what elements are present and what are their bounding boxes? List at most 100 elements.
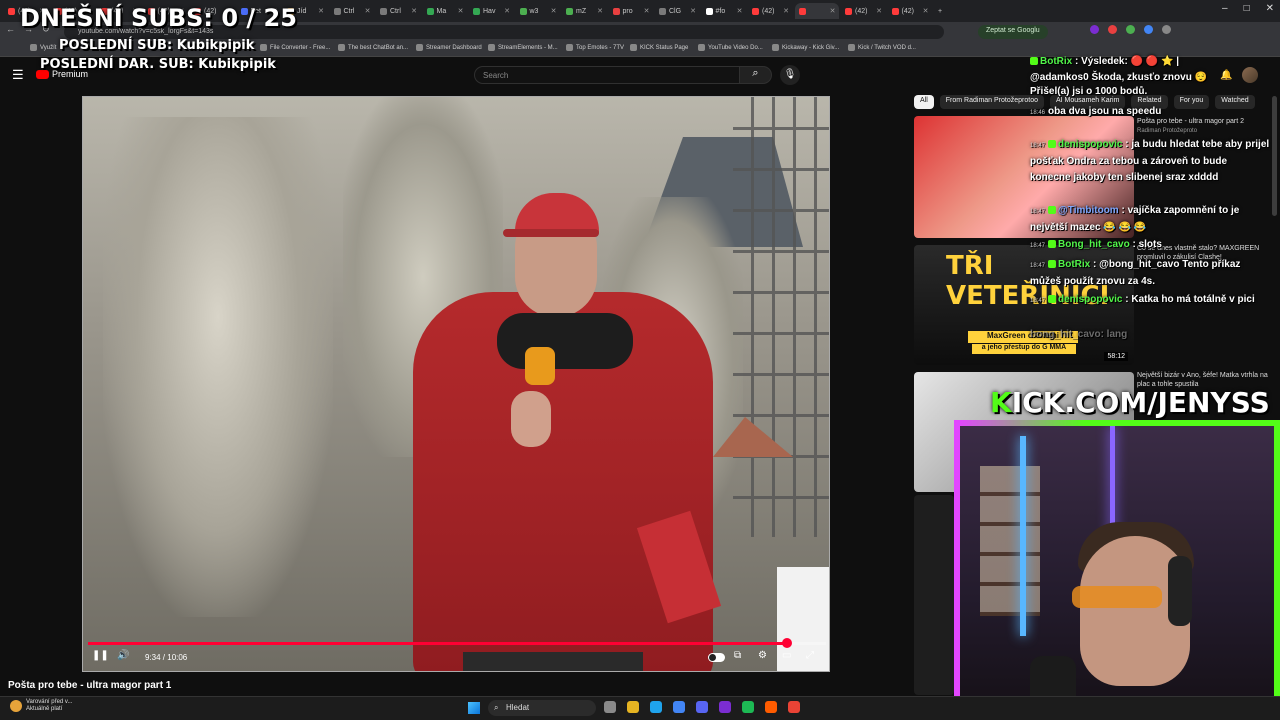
ask-google-button[interactable]: Zeptat se Googlu <box>978 25 1048 39</box>
browser-tab[interactable]: w3 ✕ <box>516 3 560 19</box>
extension-icon[interactable] <box>1162 25 1171 34</box>
browser-tab[interactable]: Ctrl ✕ <box>330 3 374 19</box>
browser-tab[interactable]: mZ ✕ <box>562 3 606 19</box>
minimize-icon[interactable]: – <box>1222 3 1228 14</box>
tab-close-icon[interactable]: ✕ <box>365 7 374 15</box>
video-thumbnail[interactable] <box>914 495 954 695</box>
chat-text: : Katka ho má totálně v pici <box>1122 294 1255 305</box>
bookmark-item[interactable]: The best ChatBot an... <box>338 44 408 51</box>
tab-close-icon[interactable]: ✕ <box>411 7 420 15</box>
tab-close-icon[interactable]: ✕ <box>458 7 467 15</box>
thumbnail-caption: a jeho přestup do G MMA <box>972 344 1076 354</box>
chat-text: @adamkos0 Škoda, zkusťo znovu 😌 <box>1030 72 1208 83</box>
taskbar-app-icon[interactable] <box>788 701 800 713</box>
browser-tab[interactable]: pro ✕ <box>609 3 653 19</box>
tab-close-icon[interactable]: ✕ <box>923 7 932 15</box>
browser-tab[interactable]: (42) ✕ <box>841 3 885 19</box>
chat-message: Přišel(a) jsi o 1000 bodů. <box>1030 84 1270 100</box>
weather-widget[interactable]: Varování před v... Aktuálně platí <box>10 699 72 713</box>
browser-tab[interactable]: #fo ✕ <box>702 3 746 19</box>
kick-logo-letter: K <box>990 386 1012 419</box>
browser-tab[interactable]: Hav ✕ <box>469 3 513 19</box>
video-player[interactable] <box>82 96 830 672</box>
bookmark-item[interactable]: Kick / Twitch VOD d... <box>848 44 916 51</box>
tab-close-icon[interactable]: ✕ <box>737 7 746 15</box>
menu-icon[interactable]: ☰ <box>12 67 24 83</box>
chat-message: 18:47 BotRix : @bong_hit_cavo Tento příka… <box>1030 257 1270 290</box>
maximize-icon[interactable]: □ <box>1244 3 1250 14</box>
voice-search-icon[interactable]: 🎙 <box>780 65 800 85</box>
streamer-webcam <box>954 420 1280 720</box>
statue-left <box>103 117 333 617</box>
taskbar-app-icon[interactable] <box>650 701 662 713</box>
extension-icon[interactable] <box>1090 25 1099 34</box>
tab-label: Hav <box>483 7 496 15</box>
browser-tab[interactable]: (42) ✕ <box>748 3 792 19</box>
tab-label: pro <box>622 7 633 15</box>
tab-label: #fo <box>715 7 726 15</box>
tab-close-icon[interactable]: ✕ <box>644 7 653 15</box>
subtitles-icon[interactable]: ⧉ <box>734 650 741 661</box>
settings-gear-icon[interactable]: ⚙ <box>758 650 767 661</box>
autoplay-toggle[interactable] <box>708 653 725 662</box>
chat-username: denispopovic <box>1058 139 1123 150</box>
bookmark-item[interactable]: KICK Status Page <box>630 44 688 51</box>
tab-close-icon[interactable]: ✕ <box>504 7 513 15</box>
extension-icon[interactable] <box>1126 25 1135 34</box>
bookmark-item[interactable]: Kickaway - Kick Giv... <box>772 44 839 51</box>
tab-favicon-icon <box>473 7 480 15</box>
extension-icon[interactable] <box>1144 25 1153 34</box>
taskbar-app-icon[interactable] <box>673 701 685 713</box>
taskbar-app-icon[interactable] <box>696 701 708 713</box>
bookmark-item[interactable]: YouTube Video Do... <box>698 44 763 51</box>
browser-tab[interactable]: (42) ✕ <box>888 3 932 19</box>
pause-icon[interactable]: ❚❚ <box>92 650 109 661</box>
chat-username: BotRix <box>1040 56 1073 67</box>
bookmark-item[interactable]: Top Emotes - 7TV <box>566 44 624 51</box>
search-icon: ⌕ <box>494 703 499 712</box>
close-icon[interactable]: ✕ <box>1266 3 1274 14</box>
tab-favicon-icon <box>752 7 759 15</box>
taskbar-app-icon[interactable] <box>719 701 731 713</box>
taskbar-app-icon[interactable] <box>604 701 616 713</box>
taskbar-app-icon[interactable] <box>765 701 777 713</box>
bookmark-item[interactable]: Využít <box>30 44 56 51</box>
back-icon[interactable]: ← <box>6 24 15 35</box>
scrollbar[interactable] <box>1272 96 1277 216</box>
tab-favicon-icon <box>798 7 806 15</box>
browser-tab[interactable]: ClG ✕ <box>655 3 699 19</box>
windows-start-icon[interactable] <box>468 702 480 714</box>
tab-close-icon[interactable]: ✕ <box>876 7 885 15</box>
bookmark-item[interactable]: Streamer Dashboard <box>416 44 482 51</box>
filter-chip[interactable]: From Radiman Protožeprotoo <box>939 95 1044 109</box>
weather-warning-icon <box>10 700 22 712</box>
fullscreen-icon[interactable]: ⤢ <box>806 650 814 661</box>
last-gift-sub-overlay: POSLEDNÍ DAR. SUB: Kubikpipik <box>40 57 276 72</box>
taskbar-search[interactable]: ⌕ Hledat <box>488 700 596 716</box>
tab-close-icon[interactable]: ✕ <box>690 7 699 15</box>
chat-username: Bong_hit_cavo <box>1058 239 1130 250</box>
browser-tab[interactable]: Ma ✕ <box>423 3 467 19</box>
search-button[interactable]: ⌕ <box>740 66 772 84</box>
tab-close-icon[interactable]: ✕ <box>783 7 792 15</box>
browser-tab[interactable]: ✕ <box>794 3 839 19</box>
browser-tab[interactable]: Ctrl ✕ <box>376 3 420 19</box>
search-input[interactable]: Search <box>474 66 740 84</box>
volume-icon[interactable]: 🔊 <box>117 650 129 661</box>
bookmark-item[interactable]: File Converter - Free... <box>260 44 330 51</box>
bookmark-item[interactable]: StreamElements - M... <box>488 44 558 51</box>
new-tab-icon[interactable]: + <box>934 3 950 19</box>
tab-close-icon[interactable]: ✕ <box>597 7 606 15</box>
filter-chip[interactable]: All <box>914 95 934 109</box>
chat-timestamp: 18:46 <box>1030 110 1046 116</box>
tab-close-icon[interactable]: ✕ <box>318 7 327 15</box>
taskbar-app-icon[interactable] <box>742 701 754 713</box>
taskbar-app-icon[interactable] <box>627 701 639 713</box>
tab-close-icon[interactable]: ✕ <box>551 7 560 15</box>
chat-timestamp: 18:47 <box>1030 209 1046 215</box>
recommended-channel[interactable]: Radiman Protožeproto <box>1137 128 1197 134</box>
extension-icon[interactable] <box>1108 25 1117 34</box>
miniplayer-icon[interactable]: ▭ <box>782 650 791 661</box>
tab-close-icon[interactable]: ✕ <box>830 7 839 15</box>
progress-scrubber[interactable] <box>781 638 792 648</box>
